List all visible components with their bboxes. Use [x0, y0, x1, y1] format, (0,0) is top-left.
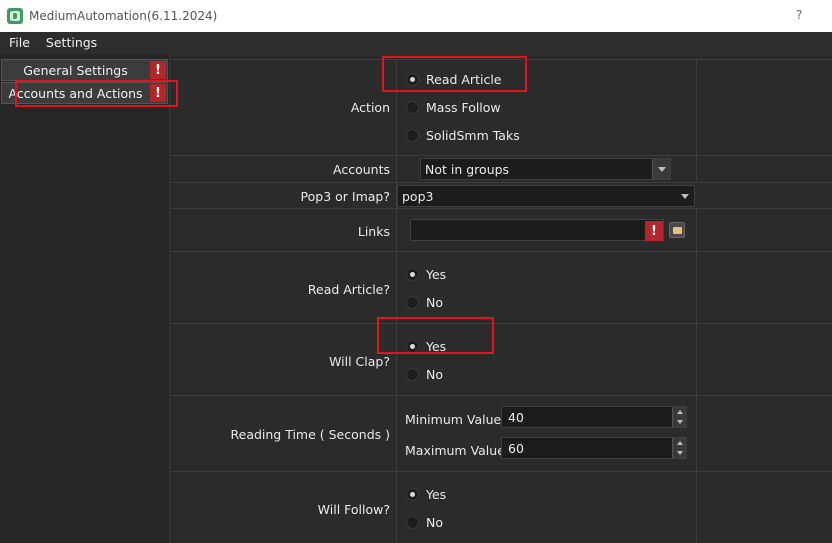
will-follow-label: Will Follow? [317, 502, 390, 517]
chevron-down-icon [676, 186, 694, 206]
radio-checked-icon [406, 73, 419, 86]
settings-form: Action Read Article Mass Follow SolidSmm… [170, 54, 832, 543]
chevron-down-icon [652, 159, 670, 179]
reading-time-row: Reading Time ( Seconds ) Minimum Value 4… [170, 395, 832, 471]
minimum-value-label: Minimum Value [405, 412, 502, 427]
warning-icon: ! [645, 221, 663, 241]
radio-checked-icon [406, 268, 419, 281]
radio-unchecked-icon [406, 516, 419, 529]
accounts-label: Accounts [333, 162, 390, 177]
links-label: Links [357, 224, 390, 239]
title-bar: MediumAutomation(6.11.2024) ? [0, 0, 832, 32]
action-row: Action Read Article Mass Follow SolidSmm… [170, 59, 832, 155]
sidebar-item-accounts-and-actions[interactable]: Accounts and Actions ! [1, 82, 168, 104]
spin-down-icon[interactable] [676, 451, 683, 455]
sidebar-item-general-settings[interactable]: General Settings ! [1, 59, 168, 81]
sidebar-item-label: Accounts and Actions [8, 85, 143, 101]
will-clap-label: Will Clap? [329, 354, 390, 369]
menu-settings[interactable]: Settings [38, 32, 105, 54]
maximum-value-label: Maximum Value [405, 443, 505, 458]
menu-file[interactable]: File [0, 32, 38, 54]
help-button[interactable]: ? [796, 8, 802, 22]
window-title: MediumAutomation(6.11.2024) [29, 9, 218, 23]
will-follow-option-yes[interactable]: Yes [406, 487, 446, 502]
read-article-label: Read Article? [307, 282, 390, 297]
spin-up-icon[interactable] [676, 441, 683, 445]
accounts-dropdown[interactable]: Not in groups [420, 158, 671, 180]
radio-unchecked-icon [406, 296, 419, 309]
radio-checked-icon [406, 488, 419, 501]
action-option-read-article[interactable]: Read Article [406, 72, 501, 87]
action-option-mass-follow[interactable]: Mass Follow [406, 100, 501, 115]
radio-unchecked-icon [406, 101, 419, 114]
will-clap-option-no[interactable]: No [406, 367, 443, 382]
will-clap-row: Will Clap? Yes No [170, 323, 832, 395]
spin-up-icon[interactable] [676, 410, 683, 414]
will-clap-option-yes[interactable]: Yes [406, 339, 446, 354]
pop3-imap-row: Pop3 or Imap? pop3 [170, 182, 832, 208]
warning-icon: ! [150, 61, 166, 79]
warning-icon: ! [150, 84, 166, 102]
menu-bar: File Settings [0, 32, 832, 54]
will-follow-row: Will Follow? Yes No [170, 471, 832, 543]
read-article-option-yes[interactable]: Yes [406, 267, 446, 282]
action-label: Action [350, 100, 390, 115]
links-row: Links ! [170, 208, 832, 251]
radio-unchecked-icon [406, 129, 419, 142]
will-follow-option-no[interactable]: No [406, 515, 443, 530]
read-article-option-no[interactable]: No [406, 295, 443, 310]
radio-unchecked-icon [406, 368, 419, 381]
reading-time-label: Reading Time ( Seconds ) [230, 427, 391, 442]
minimum-value-spinbox[interactable]: 40 [501, 406, 687, 428]
sidebar-item-label: General Settings [23, 62, 128, 78]
read-article-row: Read Article? Yes No [170, 251, 832, 323]
radio-checked-icon [406, 340, 419, 353]
pop3-imap-dropdown[interactable]: pop3 [397, 185, 695, 207]
links-input[interactable] [410, 219, 664, 241]
accounts-row: Accounts Not in groups [170, 155, 832, 182]
action-option-solidsmm-taks[interactable]: SolidSmm Taks [406, 128, 520, 143]
sidebar: General Settings ! Accounts and Actions … [0, 54, 170, 543]
maximum-value-spinbox[interactable]: 60 [501, 437, 687, 459]
app-logo-icon [7, 8, 23, 24]
open-file-icon[interactable] [669, 222, 685, 238]
spin-down-icon[interactable] [676, 420, 683, 424]
pop3-imap-label: Pop3 or Imap? [300, 189, 390, 204]
